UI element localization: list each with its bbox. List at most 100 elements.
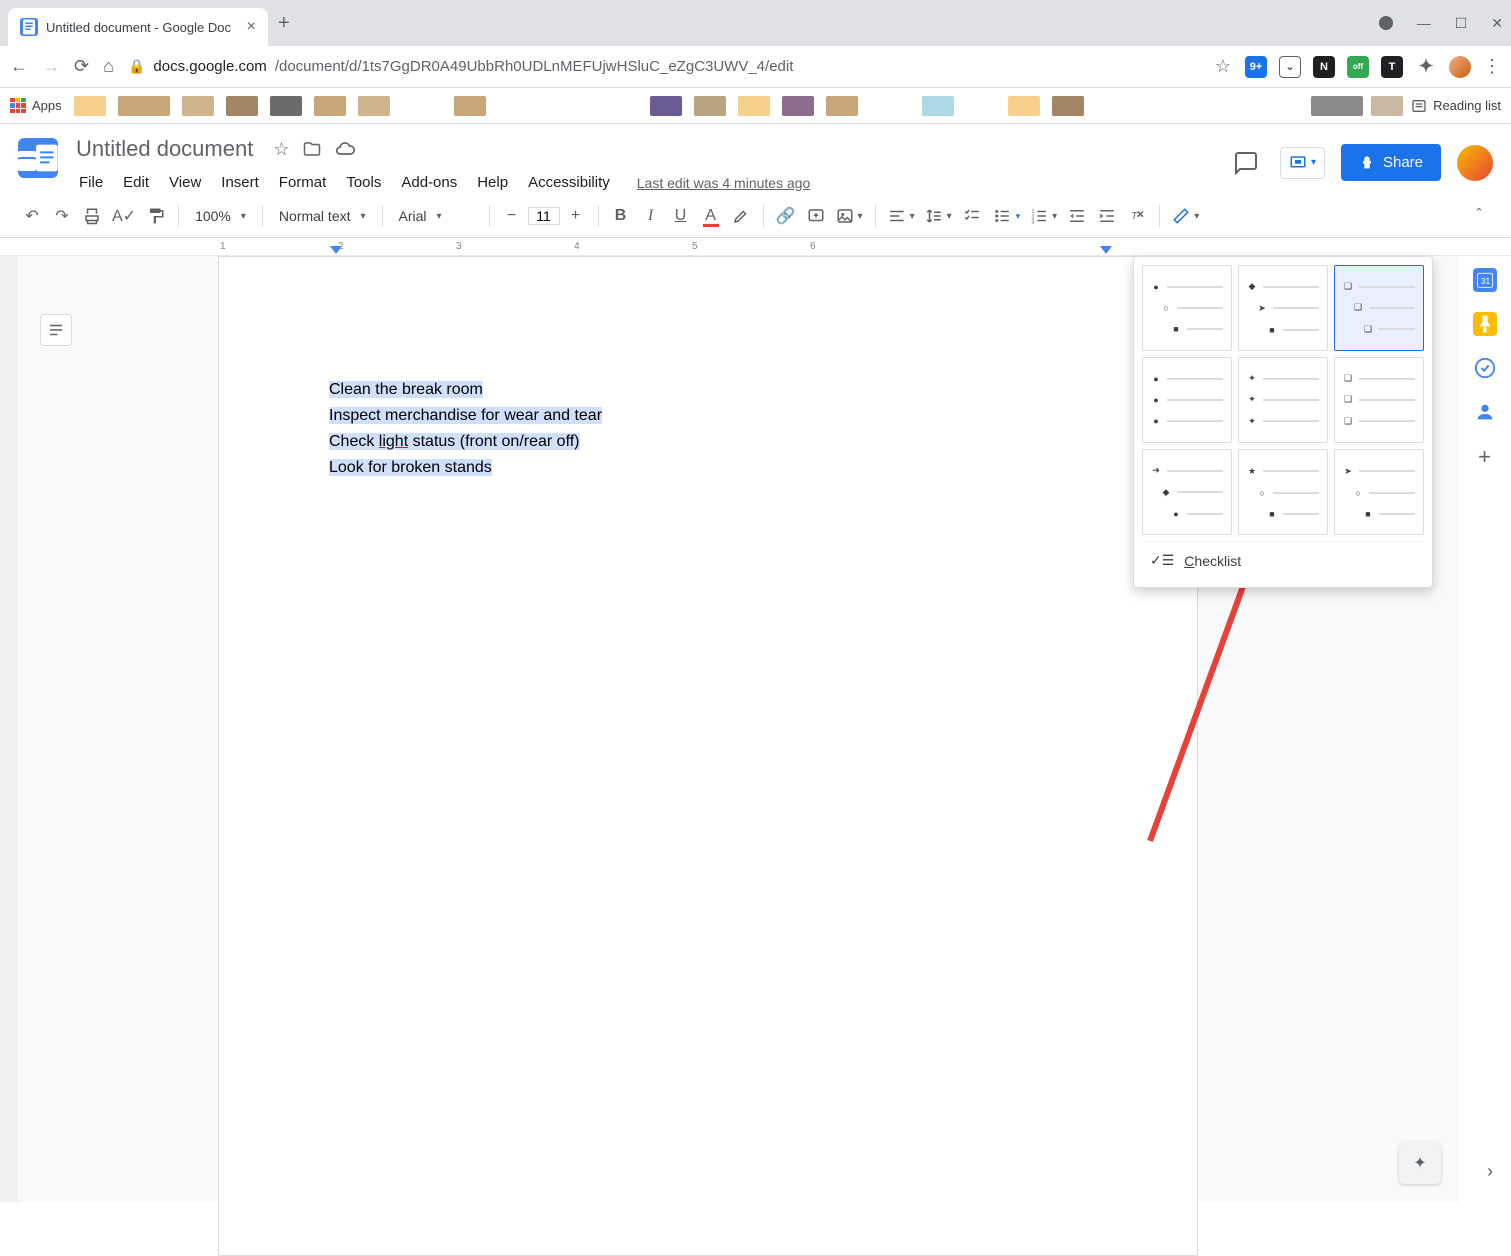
bookmark-folder-13[interactable] [826, 96, 858, 116]
bullet-style-option-3[interactable]: ❑ ❑ ❑ [1334, 265, 1424, 351]
forward-button[interactable]: → [42, 56, 60, 77]
bullet-style-option-7[interactable]: ➔ ◆ ● [1142, 449, 1232, 535]
clear-formatting-button[interactable]: T [1123, 201, 1151, 231]
tasks-sidebar-icon[interactable] [1473, 356, 1497, 380]
spellcheck-button[interactable]: A✓ [108, 201, 140, 231]
menu-edit[interactable]: Edit [114, 170, 158, 195]
docs-home-icon[interactable] [18, 138, 58, 178]
extension-icon-off[interactable]: off [1347, 56, 1369, 78]
bookmark-folder-17[interactable] [1311, 96, 1363, 116]
profile-indicator-icon[interactable] [1379, 16, 1393, 30]
bookmark-folder-5[interactable] [270, 96, 302, 116]
show-outline-button[interactable] [40, 314, 72, 346]
bookmark-folder-18[interactable] [1371, 96, 1403, 116]
ruler-indent-marker-left[interactable] [330, 246, 342, 254]
vertical-ruler[interactable] [0, 256, 18, 1202]
document-text-line[interactable]: Inspect merchandise for wear and tear [329, 407, 602, 424]
align-button[interactable] [884, 201, 919, 231]
bookmark-folder-10[interactable] [694, 96, 726, 116]
redo-button[interactable]: ↷ [48, 201, 76, 231]
bullet-style-option-2[interactable]: ◆ ➤ ■ [1238, 265, 1328, 351]
bookmark-folder-2[interactable] [118, 96, 170, 116]
bookmark-folder-12[interactable] [782, 96, 814, 116]
document-title[interactable]: Untitled document [70, 134, 259, 164]
bullet-style-option-9[interactable]: ➤ ○ ■ [1334, 449, 1424, 535]
bullet-style-option-1[interactable]: ● ○ ■ [1142, 265, 1232, 351]
bulleted-list-dropdown-arrow[interactable]: ▾ [1016, 211, 1025, 222]
calendar-sidebar-icon[interactable]: 31 [1473, 268, 1497, 292]
explore-button[interactable]: ✦ [1399, 1142, 1441, 1184]
menu-file[interactable]: File [70, 170, 112, 195]
document-text-line[interactable]: Clean the break room [329, 381, 483, 398]
menu-accessibility[interactable]: Accessibility [519, 170, 619, 195]
bookmark-folder-15[interactable] [1008, 96, 1040, 116]
highlight-button[interactable] [727, 201, 755, 231]
comments-icon[interactable] [1228, 145, 1264, 181]
menu-insert[interactable]: Insert [212, 170, 268, 195]
contacts-sidebar-icon[interactable] [1473, 400, 1497, 424]
editing-mode-button[interactable] [1168, 201, 1203, 231]
bookmark-folder-4[interactable] [226, 96, 258, 116]
browser-menu-icon[interactable]: ⋮ [1483, 56, 1501, 77]
bookmark-folder-7[interactable] [358, 96, 390, 116]
bookmark-folder-1[interactable] [74, 96, 106, 116]
menu-format[interactable]: Format [270, 170, 336, 195]
menu-addons[interactable]: Add-ons [392, 170, 466, 195]
tab-close-icon[interactable]: × [247, 18, 256, 36]
underline-button[interactable]: U [667, 201, 695, 231]
maximize-button[interactable]: ☐ [1455, 15, 1468, 32]
extension-icon-t[interactable]: T [1381, 56, 1403, 78]
reading-list-icon[interactable]: Reading list [1411, 98, 1501, 114]
bullet-style-option-5[interactable]: ✦ ✦ ✦ [1238, 357, 1328, 443]
url-field[interactable]: 🔒 docs.google.com/document/d/1ts7GgDR0A4… [128, 58, 1201, 75]
ruler-indent-marker-right[interactable] [1100, 246, 1112, 254]
document-text-line[interactable]: Check light status (front on/rear off) [329, 433, 580, 450]
new-tab-button[interactable]: + [278, 12, 290, 35]
account-avatar[interactable] [1457, 145, 1493, 181]
add-sidebar-addon-button[interactable]: + [1478, 444, 1491, 470]
font-size-input[interactable]: 11 [528, 207, 560, 225]
menu-view[interactable]: View [160, 170, 210, 195]
star-document-icon[interactable]: ☆ [273, 139, 289, 160]
close-window-button[interactable]: ✕ [1491, 15, 1503, 32]
move-document-icon[interactable] [303, 140, 321, 158]
paragraph-style-dropdown[interactable]: Normal text [271, 208, 374, 224]
numbered-list-button[interactable]: 123 [1026, 201, 1061, 231]
menu-tools[interactable]: Tools [337, 170, 390, 195]
bookmark-folder-14[interactable] [922, 96, 954, 116]
bookmark-folder-9[interactable] [650, 96, 682, 116]
apps-shortcut[interactable]: Apps [10, 98, 62, 114]
increase-font-button[interactable]: + [562, 201, 590, 231]
last-edit-link[interactable]: Last edit was 4 minutes ago [637, 175, 811, 191]
collapse-toolbar-button[interactable]: ˆ [1465, 201, 1493, 231]
bullet-style-option-8[interactable]: ★ ○ ■ [1238, 449, 1328, 535]
text-color-button[interactable]: A [697, 201, 725, 231]
document-page[interactable]: Clean the break room Inspect merchandise… [218, 256, 1198, 1256]
undo-button[interactable]: ↶ [18, 201, 46, 231]
decrease-font-button[interactable]: − [498, 201, 526, 231]
bullet-style-option-6[interactable]: ❑ ❑ ❑ [1334, 357, 1424, 443]
bookmark-folder-3[interactable] [182, 96, 214, 116]
horizontal-ruler[interactable]: 1 2 3 4 5 6 [0, 238, 1511, 256]
back-button[interactable]: ← [10, 56, 28, 77]
increase-indent-button[interactable] [1093, 201, 1121, 231]
bold-button[interactable]: B [607, 201, 635, 231]
bookmark-folder-8[interactable] [454, 96, 486, 116]
menu-help[interactable]: Help [468, 170, 517, 195]
extension-icon-1[interactable]: 9+ [1245, 56, 1267, 78]
pocket-icon[interactable]: ⌄ [1279, 56, 1301, 78]
home-button[interactable]: ⌂ [103, 56, 114, 77]
insert-comment-button[interactable] [802, 201, 830, 231]
line-spacing-button[interactable] [921, 201, 956, 231]
insert-image-button[interactable] [832, 201, 867, 231]
reload-button[interactable]: ⟳ [74, 56, 89, 77]
star-bookmark-icon[interactable]: ☆ [1215, 56, 1231, 77]
profile-avatar-small[interactable] [1449, 56, 1471, 78]
decrease-indent-button[interactable] [1063, 201, 1091, 231]
bulleted-list-button[interactable] [988, 201, 1016, 231]
keep-sidebar-icon[interactable] [1473, 312, 1497, 336]
checklist-button[interactable] [958, 201, 986, 231]
expand-side-panel-button[interactable]: › [1487, 1161, 1493, 1182]
minimize-button[interactable]: — [1417, 15, 1431, 31]
italic-button[interactable]: I [637, 201, 665, 231]
